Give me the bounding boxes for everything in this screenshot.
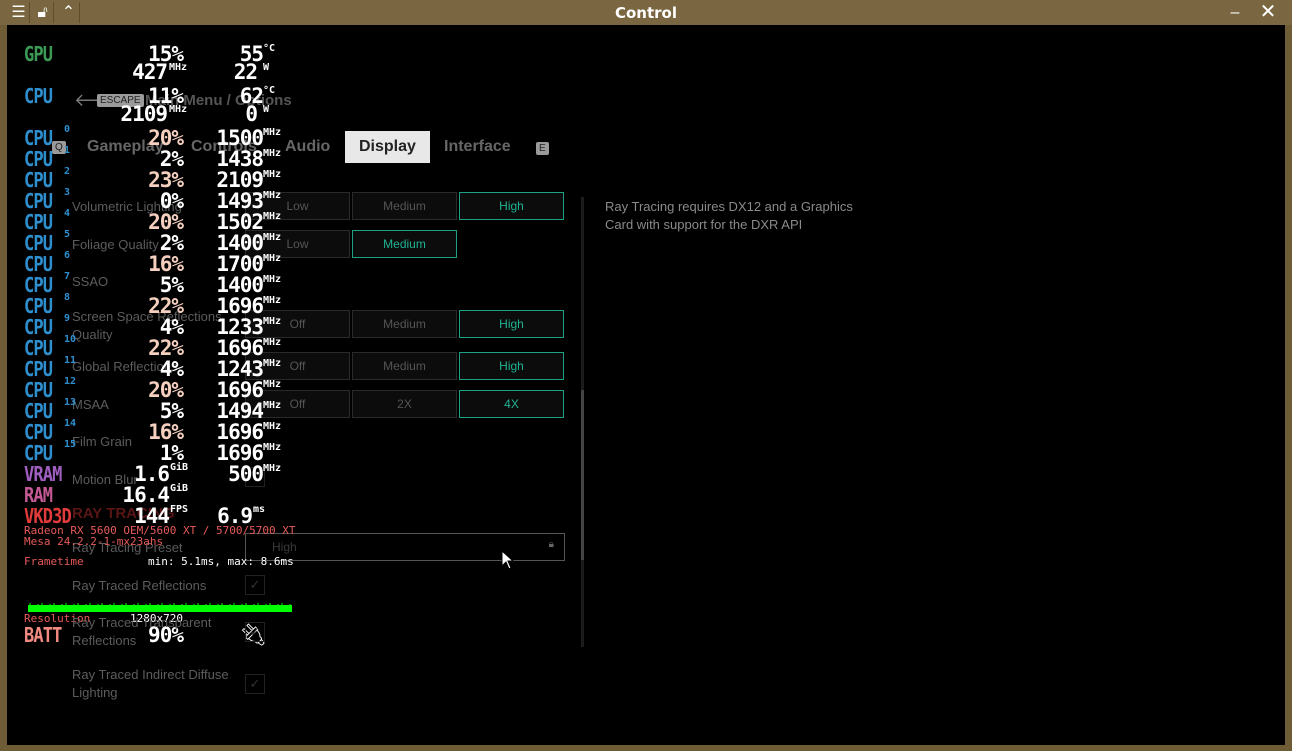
hud-core-index: 3 [64,187,71,198]
hud-gpu-clock: 427 [132,60,168,84]
hud-core-clock-unit: MHz [263,232,282,243]
hud-gpu-power-unit: W [263,62,270,73]
hud-cpu-label: CPU [24,84,53,108]
hud-core-index: 4 [64,208,71,219]
hud-core-clock-unit: MHz [263,127,282,138]
rt-option-label: Ray Traced Reflections [72,578,207,593]
title-bar: ☰ 🔓︎ ⌃ Control – ✕ [0,0,1292,25]
hud-core-clock-unit: MHz [263,358,282,369]
hud-core-clock-unit: MHz [263,211,282,222]
hud-core-index: 12 [64,376,77,387]
hud-core-clock-unit: MHz [263,253,282,264]
hud-driver: Mesa 24.2.2-1-mx23ahs [24,535,164,548]
hud-cpu-power-unit: W [263,104,270,115]
option-high[interactable]: High [459,310,564,338]
game-viewport: 🡐 ESCAPE Main Menu / Options Q E RAY TRA… [7,25,1285,745]
hud-core-index: 9 [64,313,71,324]
hud-gpu-unit: °C [263,43,276,54]
option-medium[interactable]: Medium [352,352,457,380]
hud-core-clock-unit: MHz [263,421,282,432]
hud-gpu-label: GPU [24,42,53,66]
hud-core-clock-unit: MHz [263,169,282,180]
hud-cpu-power: 0 [245,102,258,126]
close-button[interactable]: ✕ [1257,2,1279,23]
tab-display[interactable]: Display [345,131,430,163]
hud-core-clock-unit: MHz [263,379,282,390]
hud-cpu-clock-unit: MHz [169,104,188,115]
hud-vram-unit: GiB [170,462,189,473]
hud-vkd3d-label: VKD3D [24,504,72,528]
hud-core-index: 2 [64,166,71,177]
hud-core-clock-unit: MHz [263,274,282,285]
hud-core-clock-unit: MHz [263,316,282,327]
hud-core-clock-unit: MHz [263,190,282,201]
hud-core-index: 15 [64,439,77,450]
option-medium[interactable]: Medium [352,192,457,220]
hud-core-index: 11 [64,355,77,366]
tab-audio[interactable]: Audio [271,131,344,163]
hud-frametime-label: Frametime [24,555,84,568]
lock-icon: 🔒︎ [548,539,554,550]
mouse-cursor-icon [501,550,515,570]
minimize-button[interactable]: – [1224,2,1246,23]
hud-gpu-clock-unit: MHz [169,62,188,73]
hud-frametime: 6.9 [217,504,253,528]
rt-option-label: Ray Traced Transparent Reflections [72,615,212,648]
rt-option-checkbox[interactable]: ✓ [245,674,265,694]
hud-core-clock-unit: MHz [263,442,282,453]
hud-core-clock-unit: MHz [263,295,282,306]
option-medium[interactable]: Medium [352,310,457,338]
hud-core-index: 0 [64,124,71,135]
hud-ram-unit: GiB [170,483,189,494]
hud-frametime-range: min: 5.1ms, max: 8.6ms [148,555,294,568]
option-high[interactable]: High [459,192,564,220]
rt-option-checkbox[interactable]: ✓ [245,575,265,595]
hud-cpu-unit: °C [263,85,276,96]
scrollbar-thumb[interactable] [581,390,584,560]
hud-core-index: 7 [64,271,71,282]
hud-core-clock-unit: MHz [263,148,282,159]
hud-vram-unit: MHz [263,463,282,474]
hud-core-index: 13 [64,397,77,408]
hud-core-index: 6 [64,250,71,261]
hud-cpu-clock: 2109 [120,102,168,126]
option-2x[interactable]: 2X [352,390,457,418]
hud-core-index: 5 [64,229,71,240]
hud-gpu-power: 22 [233,60,258,84]
setting-description: Ray Tracing requires DX12 and a Graphics… [605,199,853,232]
hud-core-clock-unit: MHz [263,337,282,348]
tab-next-key: E [536,142,549,155]
rt-option-label: Ray Traced Indirect Diffuse Lighting [72,667,229,700]
tab-interface[interactable]: Interface [430,131,525,163]
window-title: Control [614,4,677,22]
option-high[interactable]: High [459,352,564,380]
rt-preset-value: High [272,540,297,554]
hud-vram-value: 500 [228,462,264,486]
rt-option-checkbox[interactable]: ✓ [245,622,265,642]
hud-batt-label: BATT [24,623,62,647]
hud-core-index: 8 [64,292,71,303]
hud-fps-unit: FPS [170,504,189,515]
option-medium[interactable]: Medium [352,230,457,258]
hud-fps: 144 [134,504,170,528]
option-4x[interactable]: 4X [459,390,564,418]
hud-core-clock-unit: MHz [263,400,282,411]
hud-frametime-unit: ms [253,504,266,515]
hud-core-index: 10 [64,334,77,345]
hud-core-index: 1 [64,145,71,156]
scrollbar[interactable] [581,197,584,647]
hud-core-index: 14 [64,418,77,429]
